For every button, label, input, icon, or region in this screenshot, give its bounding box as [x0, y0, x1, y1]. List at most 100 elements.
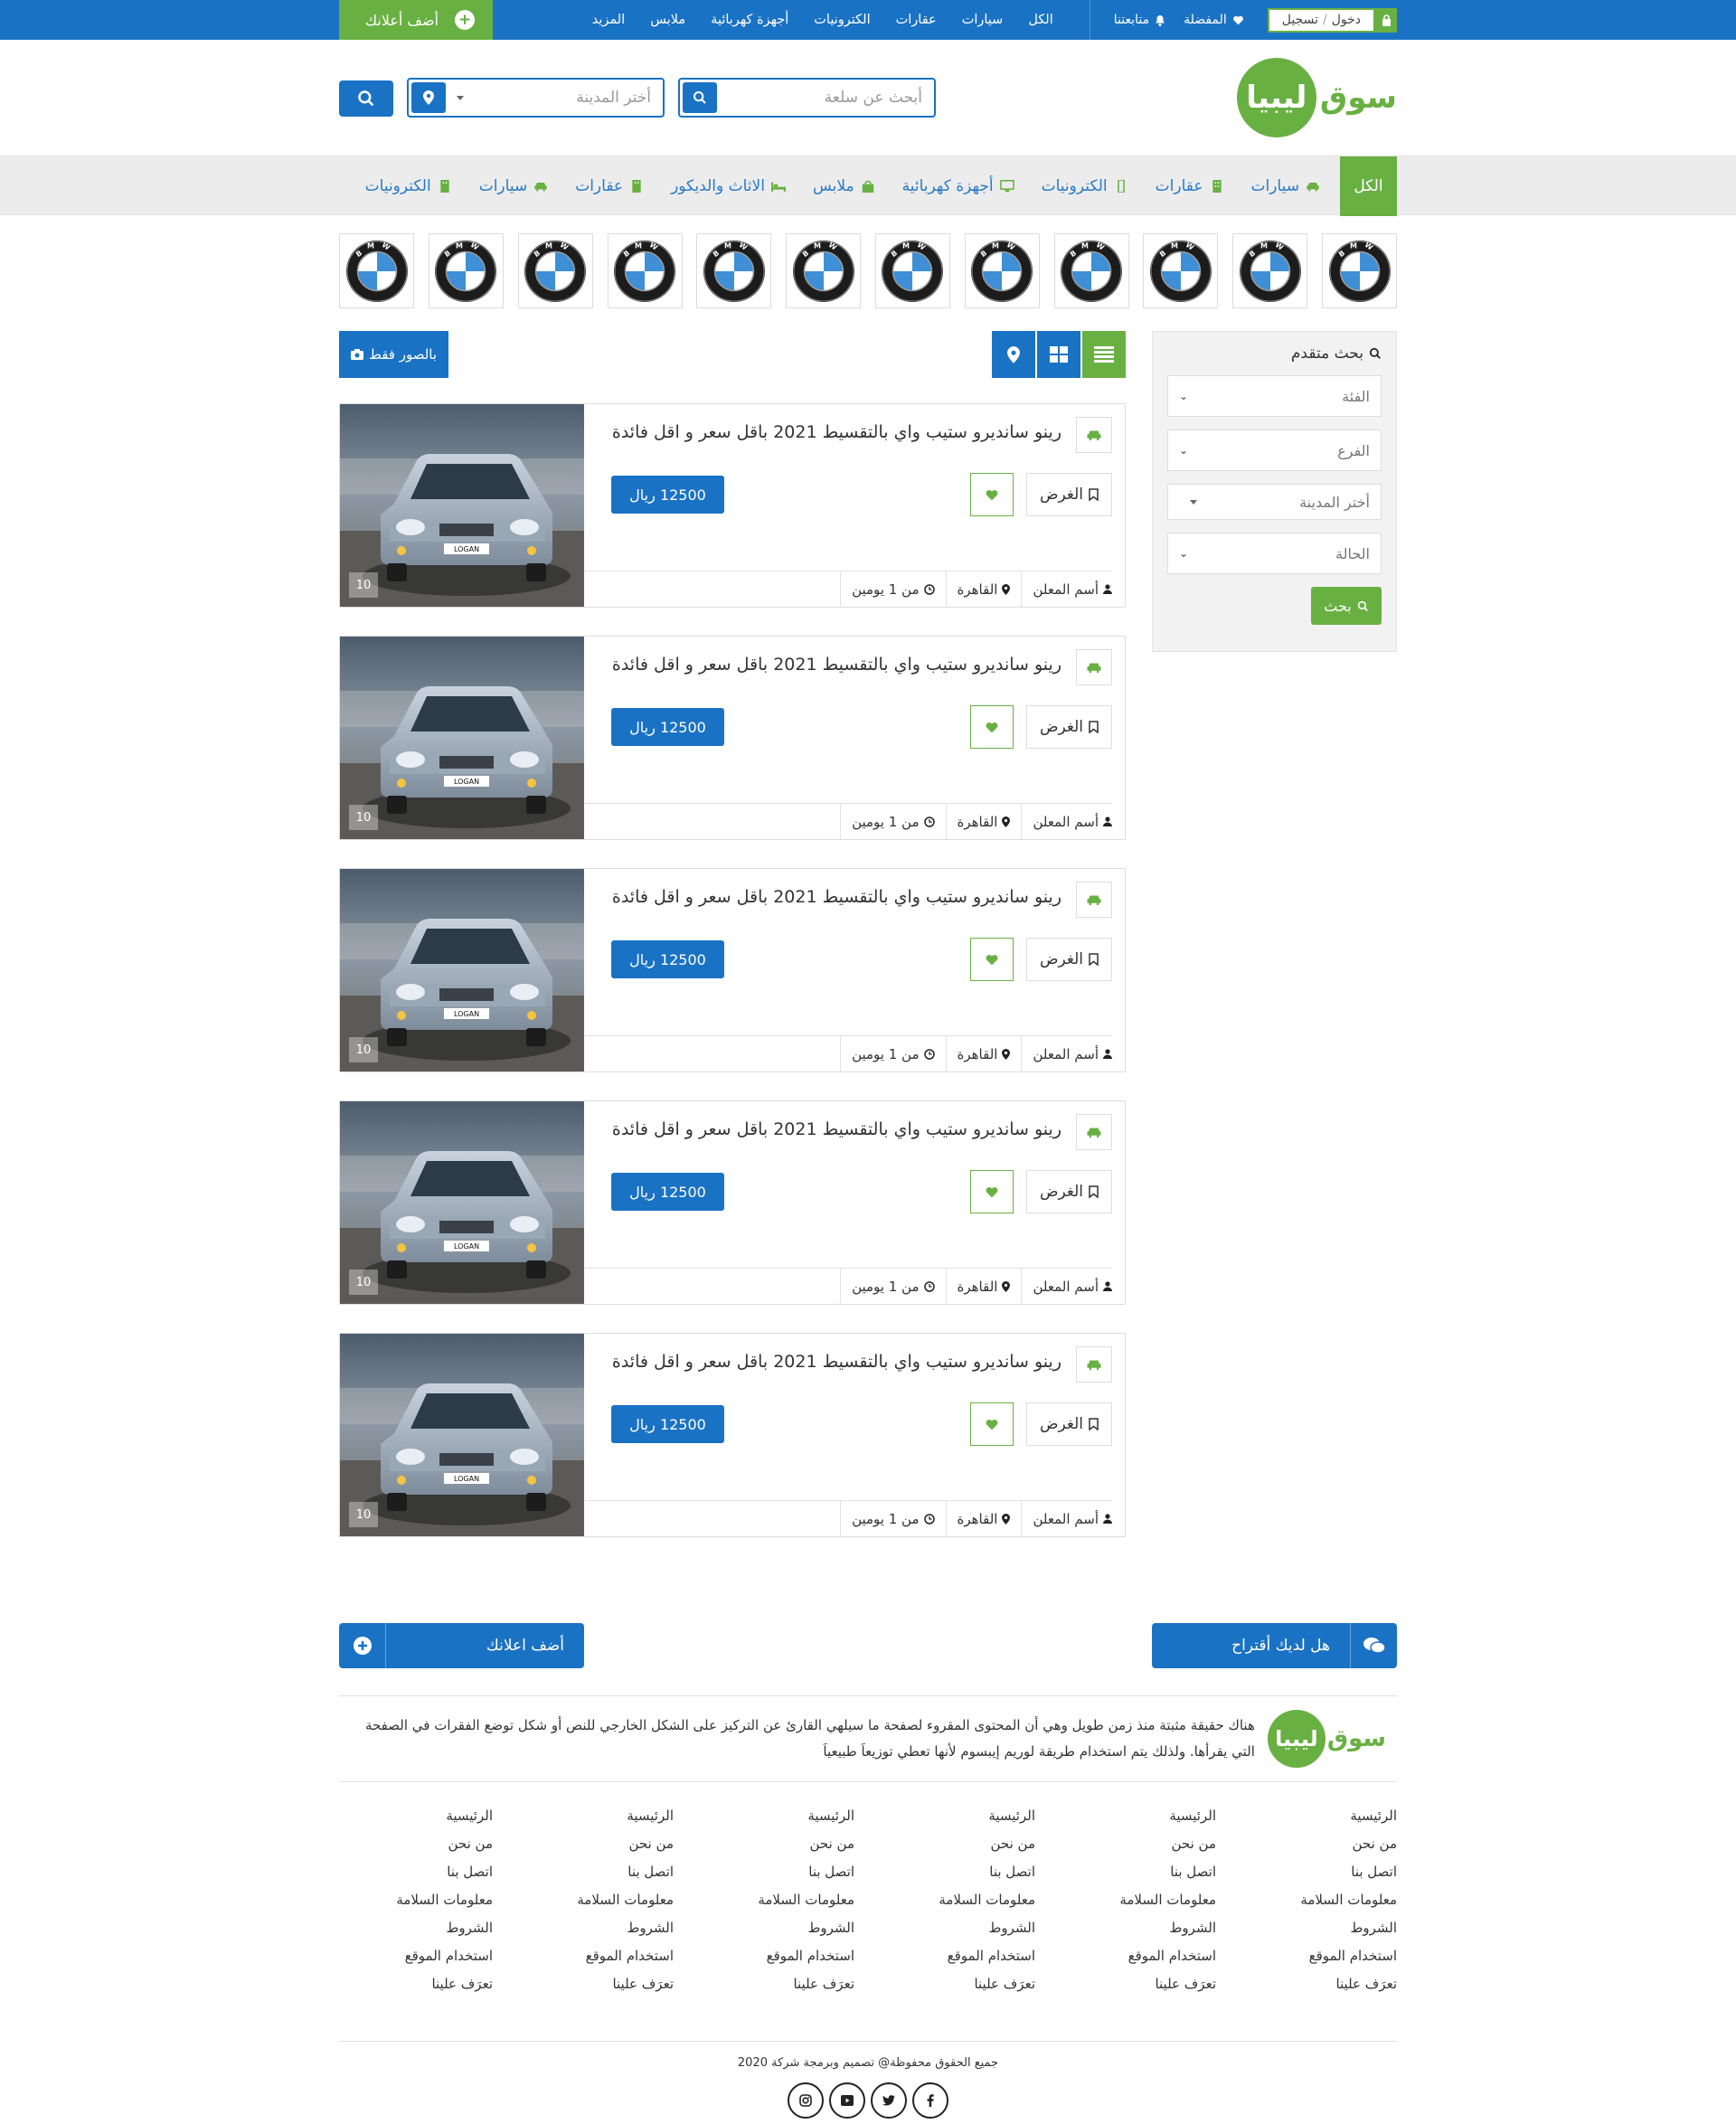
footer-link[interactable]: استخدام الموقع	[1243, 1942, 1397, 1970]
footer-link[interactable]: الرئيسية	[520, 1802, 674, 1830]
category-electronics-2[interactable]: الكترونيات	[365, 177, 452, 195]
brand-logo-bmw[interactable]: B M W	[786, 233, 862, 308]
offer-tag[interactable]: الغرض	[1025, 705, 1112, 749]
favorite-heart-button[interactable]	[969, 473, 1014, 516]
footer-link[interactable]: معلومات السلامة	[1243, 1886, 1397, 1914]
footer-link[interactable]: اتصل بنا	[520, 1858, 674, 1886]
footer-link[interactable]: تعرَف علينا	[701, 1970, 854, 1998]
category-electronics[interactable]: الكترونيات	[1042, 177, 1128, 195]
top-nav-clothes[interactable]: ملابس	[650, 13, 685, 27]
footer-link[interactable]: الشروط	[1062, 1914, 1216, 1942]
brand-logo-bmw[interactable]: B M W	[696, 233, 772, 308]
footer-link[interactable]: اتصل بنا	[1062, 1858, 1216, 1886]
add-ad-top-button[interactable]: + أضف أعلانك	[339, 0, 493, 40]
footer-link[interactable]: الشروط	[1243, 1914, 1397, 1942]
listing-title[interactable]: رينو سانديرو ستيب واي بالتقسيط 2021 باقل…	[612, 649, 1061, 685]
advertiser[interactable]: أسم المعلن	[1021, 571, 1112, 608]
listing-image[interactable]: LOGAN 10	[340, 637, 584, 839]
search-submit-button[interactable]	[339, 80, 393, 117]
footer-link[interactable]: الشروط	[339, 1914, 493, 1942]
category-select[interactable]: الفئة ⌄	[1167, 375, 1382, 417]
register-link[interactable]: تسجيل	[1282, 13, 1318, 27]
advertiser[interactable]: أسم المعلن	[1021, 803, 1112, 840]
footer-logo[interactable]: سوق ليبيا	[1267, 1710, 1386, 1768]
advertiser[interactable]: أسم المعلن	[1021, 1500, 1112, 1537]
brand-logo-bmw[interactable]: B M W	[607, 233, 683, 308]
login-link[interactable]: دخول	[1332, 13, 1361, 27]
category-cars-2[interactable]: سيارات	[479, 177, 549, 195]
top-nav-more[interactable]: المزيد	[592, 13, 625, 27]
footer-link[interactable]: الرئيسية	[1243, 1802, 1397, 1830]
footer-link[interactable]: تعرَف علينا	[1243, 1970, 1397, 1998]
footer-link[interactable]: استخدام الموقع	[701, 1942, 854, 1970]
brand-logo-bmw[interactable]: B M W	[874, 233, 950, 308]
footer-link[interactable]: اتصل بنا	[701, 1858, 854, 1886]
footer-link[interactable]: معلومات السلامة	[339, 1886, 493, 1914]
offer-tag[interactable]: الغرض	[1025, 1170, 1112, 1213]
price-button[interactable]: 12500 ريال	[611, 940, 724, 978]
car-icon[interactable]	[1076, 417, 1112, 453]
footer-link[interactable]: من نحن	[701, 1830, 855, 1858]
category-all[interactable]: الكل	[1340, 156, 1397, 216]
footer-link[interactable]: اتصل بنا	[882, 1858, 1035, 1886]
favorite-heart-button[interactable]	[969, 705, 1014, 749]
footer-link[interactable]: استخدام الموقع	[882, 1942, 1035, 1970]
footer-link[interactable]: معلومات السلامة	[701, 1886, 854, 1914]
footer-link[interactable]: من نحن	[1062, 1830, 1217, 1858]
footer-link[interactable]: تعرَف علينا	[520, 1970, 674, 1998]
sidebar-city-select[interactable]: أختر المدينة	[1167, 484, 1382, 520]
car-icon[interactable]	[1076, 1114, 1112, 1150]
top-nav-cars[interactable]: سيارات	[962, 13, 1004, 27]
twitter-icon[interactable]	[871, 2082, 907, 2119]
brand-logo-bmw[interactable]: B M W	[1232, 233, 1308, 308]
city-select[interactable]: أختر المدينة	[464, 89, 660, 107]
search-icon[interactable]	[683, 82, 717, 113]
city-select-box[interactable]: أختر المدينة	[407, 78, 665, 118]
footer-link[interactable]: الرئيسية	[339, 1802, 493, 1830]
map-pin-icon[interactable]	[411, 82, 446, 113]
instagram-icon[interactable]	[788, 2082, 824, 2119]
list-view-button[interactable]	[1082, 331, 1126, 378]
brand-logo-bmw[interactable]: B M W	[1053, 233, 1129, 308]
footer-link[interactable]: الشروط	[520, 1914, 674, 1942]
product-search-box[interactable]: أبحث عن سلعة	[678, 78, 936, 118]
favorite-heart-button[interactable]	[969, 938, 1014, 981]
footer-link[interactable]: استخدام الموقع	[1062, 1942, 1216, 1970]
listing-title[interactable]: رينو سانديرو ستيب واي بالتقسيط 2021 باقل…	[612, 1346, 1061, 1383]
footer-link[interactable]: من نحن	[1243, 1830, 1398, 1858]
category-realestate[interactable]: عقارات	[1156, 177, 1224, 195]
listing-card[interactable]: رينو سانديرو ستيب واي بالتقسيط 2021 باقل…	[339, 868, 1126, 1072]
offer-tag[interactable]: الغرض	[1025, 473, 1112, 516]
listing-card[interactable]: رينو سانديرو ستيب واي بالتقسيط 2021 باقل…	[339, 636, 1126, 840]
advertiser[interactable]: أسم المعلن	[1021, 1035, 1112, 1072]
listing-image[interactable]: LOGAN 10	[340, 1334, 584, 1536]
footer-link[interactable]: من نحن	[520, 1830, 675, 1858]
price-button[interactable]: 12500 ريال	[611, 1173, 724, 1211]
site-logo[interactable]: سوق ليبيا	[1236, 58, 1397, 137]
listing-card[interactable]: رينو سانديرو ستيب واي بالتقسيط 2021 باقل…	[339, 403, 1126, 608]
offer-tag[interactable]: الغرض	[1025, 1402, 1112, 1446]
offer-tag[interactable]: الغرض	[1025, 938, 1112, 981]
grid-view-button[interactable]	[1037, 331, 1080, 378]
brand-logo-bmw[interactable]: B M W	[964, 233, 1040, 308]
price-button[interactable]: 12500 ريال	[611, 476, 724, 514]
condition-select[interactable]: الحالة ⌄	[1167, 533, 1382, 574]
listing-card[interactable]: رينو سانديرو ستيب واي بالتقسيط 2021 باقل…	[339, 1333, 1126, 1537]
price-button[interactable]: 12500 ريال	[611, 708, 724, 746]
suggestion-button[interactable]: هل لديك أقتراح	[1152, 1623, 1397, 1668]
footer-link[interactable]: الشروط	[882, 1914, 1035, 1942]
footer-link[interactable]: الرئيسية	[1062, 1802, 1216, 1830]
top-nav-all[interactable]: الكل	[1028, 13, 1052, 27]
favorite-heart-button[interactable]	[969, 1170, 1014, 1213]
brand-logo-bmw[interactable]: B M W	[1143, 233, 1219, 308]
top-nav-electronics[interactable]: الكترونيات	[814, 13, 870, 27]
listing-title[interactable]: رينو سانديرو ستيب واي بالتقسيط 2021 باقل…	[612, 882, 1061, 918]
footer-link[interactable]: تعرَف علينا	[339, 1970, 493, 1998]
footer-link[interactable]: من نحن	[339, 1830, 494, 1858]
category-furniture[interactable]: الاثاث والديكور	[671, 177, 786, 195]
favorites-link[interactable]: المفضلة	[1184, 13, 1244, 27]
footer-link[interactable]: معلومات السلامة	[882, 1886, 1035, 1914]
car-icon[interactable]	[1076, 649, 1112, 685]
car-icon[interactable]	[1076, 882, 1112, 918]
following-link[interactable]: متابعتنا	[1114, 13, 1165, 27]
